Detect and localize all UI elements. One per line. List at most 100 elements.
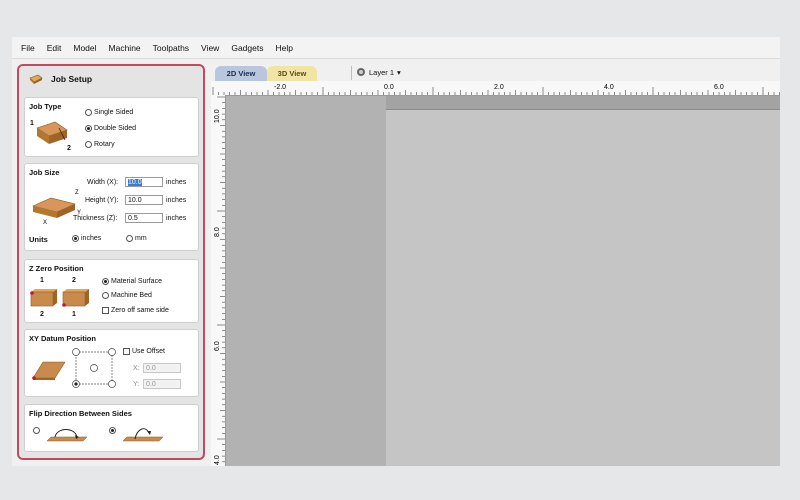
- use-offset-option[interactable]: Use Offset: [123, 348, 165, 355]
- menu-machine[interactable]: Machine: [103, 43, 147, 53]
- menu-file[interactable]: File: [12, 43, 41, 53]
- datum-top-left-radio[interactable]: [72, 348, 80, 356]
- z-diagram-label-4: 1: [72, 311, 76, 318]
- ruler-label-4: 4.0: [604, 84, 614, 91]
- offset-y-input[interactable]: 0.0: [143, 379, 181, 389]
- menu-help[interactable]: Help: [269, 43, 298, 53]
- machine-bed-option[interactable]: Machine Bed: [102, 292, 152, 299]
- flip-vertical-icon: [122, 428, 164, 442]
- ruler-label-0: 0.0: [384, 84, 394, 91]
- toolbar-separator: [351, 66, 352, 80]
- zero-off-same-side-label: Zero off same side: [111, 307, 169, 314]
- height-label: Height (Y):: [85, 197, 119, 204]
- layer-icon: [357, 68, 365, 76]
- thickness-input[interactable]: 0.5: [125, 213, 163, 223]
- tab-3d-view[interactable]: 3D View: [267, 66, 317, 81]
- z-zero-section: Z Zero Position 1 2 2 1 Material Surface: [24, 259, 199, 323]
- menu-toolpaths[interactable]: Toolpaths: [147, 43, 195, 53]
- material-surface-option[interactable]: Material Surface: [102, 278, 162, 285]
- units-mm-radio[interactable]: [126, 235, 133, 242]
- datum-bottom-right-radio[interactable]: [108, 380, 116, 388]
- units-label: Units: [29, 235, 48, 244]
- offset-y-label: Y:: [133, 381, 140, 388]
- job-setup-icon: [29, 74, 43, 84]
- drawing-canvas[interactable]: [226, 96, 780, 466]
- ruler-label-neg2: -2.0: [274, 84, 286, 91]
- side-1-label: 1: [30, 120, 34, 127]
- double-sided-label: Double Sided: [94, 125, 137, 132]
- units-inches-radio[interactable]: [72, 235, 79, 242]
- double-sided-option[interactable]: Double Sided: [85, 125, 136, 132]
- ruler-label-6v: 6.0: [214, 341, 221, 351]
- datum-selector-icon: [72, 348, 116, 388]
- units-mm-label: mm: [135, 235, 147, 242]
- machine-bed-radio[interactable]: [102, 292, 109, 299]
- height-unit: inches: [166, 197, 187, 204]
- double-sided-radio[interactable]: [85, 125, 92, 132]
- menu-bar: File Edit Model Machine Toolpaths View G…: [12, 37, 780, 59]
- tab-2d-view[interactable]: 2D View: [215, 66, 267, 81]
- thickness-unit: inches: [166, 215, 187, 222]
- svg-text:Z: Z: [75, 190, 79, 196]
- single-sided-radio[interactable]: [85, 109, 92, 116]
- menu-model[interactable]: Model: [67, 43, 102, 53]
- vertical-ruler: 10.0 8.0 6.0 4.0: [211, 95, 226, 466]
- menu-gadgets[interactable]: Gadgets: [225, 43, 269, 53]
- horizontal-ruler: -2.0 0.0 2.0 4.0 6.0: [211, 81, 780, 96]
- height-value: 10.0: [128, 197, 142, 204]
- rotary-label: Rotary: [94, 141, 115, 148]
- panel-header: Job Setup: [29, 74, 92, 84]
- zero-off-same-side-checkbox[interactable]: [102, 307, 109, 314]
- job-setup-panel: Job Setup Job Type 1 2 Single Sided Doub…: [17, 64, 205, 460]
- menu-view[interactable]: View: [195, 43, 225, 53]
- rotary-radio[interactable]: [85, 141, 92, 148]
- panel-title: Job Setup: [51, 74, 93, 84]
- datum-center-radio[interactable]: [90, 364, 98, 372]
- use-offset-label: Use Offset: [132, 348, 165, 355]
- job-size-title: Job Size: [29, 168, 60, 177]
- units-inches-label: inches: [81, 235, 102, 242]
- xy-datum-section: XY Datum Position Use Offset X: 0.0 Y: 0…: [24, 329, 199, 397]
- single-sided-label: Single Sided: [94, 109, 134, 116]
- rotary-option[interactable]: Rotary: [85, 141, 115, 148]
- material-area: [386, 96, 780, 466]
- ruler-label-6: 6.0: [714, 84, 724, 91]
- z-zero-title: Z Zero Position: [29, 264, 84, 273]
- layer-label: Layer 1: [369, 67, 395, 77]
- job-size-section: Job Size Z Y X Width (X): 10.0 inches He…: [24, 163, 199, 251]
- ruler-label-4v: 4.0: [214, 455, 221, 465]
- dropdown-arrow-icon: ▾: [397, 67, 401, 77]
- material-surface-label: Material Surface: [111, 278, 162, 285]
- ruler-label-8: 8.0: [214, 227, 221, 237]
- thickness-value: 0.5: [128, 215, 138, 222]
- flip-vertical-radio[interactable]: [109, 427, 116, 434]
- offset-x-value: 0.0: [146, 365, 156, 372]
- z-zero-diagram-icon: [30, 289, 89, 307]
- side-2-label: 2: [67, 145, 71, 152]
- zero-off-same-side-option[interactable]: Zero off same side: [102, 307, 169, 314]
- width-value: 10.0: [128, 179, 142, 186]
- offset-x-input[interactable]: 0.0: [143, 363, 181, 373]
- offset-y-value: 0.0: [146, 381, 156, 388]
- flip-direction-section: Flip Direction Between Sides: [24, 404, 199, 452]
- app-window: File Edit Model Machine Toolpaths View G…: [12, 37, 780, 466]
- menu-edit[interactable]: Edit: [41, 43, 68, 53]
- material-top-edge: [386, 96, 780, 110]
- datum-top-right-radio[interactable]: [108, 348, 116, 356]
- use-offset-checkbox[interactable]: [123, 348, 130, 355]
- flip-horizontal-radio[interactable]: [33, 427, 40, 434]
- single-sided-option[interactable]: Single Sided: [85, 109, 133, 116]
- view-toolbar: 2D View 3D View Layer 1 ▾: [211, 62, 780, 81]
- ruler-label-10: 10.0: [214, 109, 221, 123]
- units-mm-option[interactable]: mm: [126, 235, 147, 242]
- ruler-label-2: 2.0: [494, 84, 504, 91]
- material-surface-radio[interactable]: [102, 278, 109, 285]
- width-input[interactable]: 10.0: [125, 177, 163, 187]
- z-diagram-label-3: 2: [40, 311, 44, 318]
- units-inches-option[interactable]: inches: [72, 235, 101, 242]
- thickness-label: Thickness (Z):: [73, 215, 118, 222]
- flip-direction-title: Flip Direction Between Sides: [29, 409, 132, 418]
- layer-dropdown[interactable]: Layer 1 ▾: [356, 67, 401, 77]
- height-input[interactable]: 10.0: [125, 195, 163, 205]
- xy-datum-title: XY Datum Position: [29, 334, 96, 343]
